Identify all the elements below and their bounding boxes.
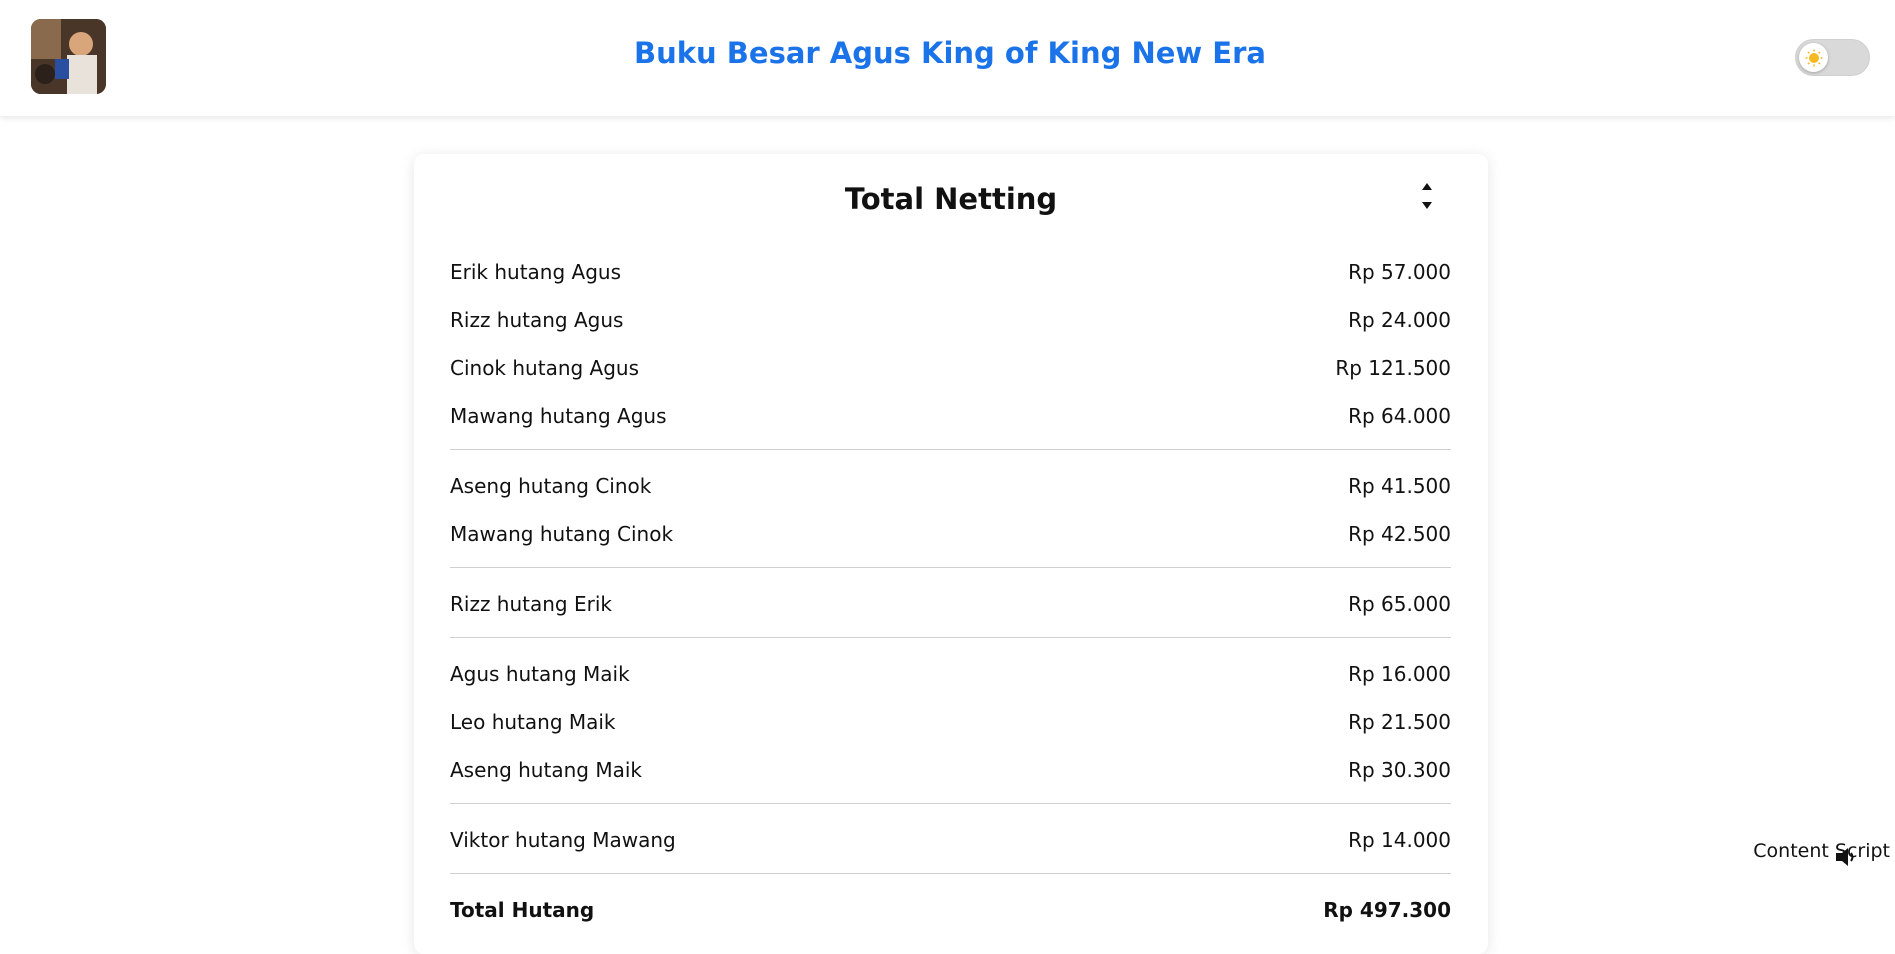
- theme-toggle[interactable]: [1795, 39, 1870, 76]
- debt-amount: Rp 24.000: [1348, 308, 1451, 332]
- group-divider: [450, 637, 1451, 638]
- netting-list: Erik hutang Agus Rp 57.000 Rizz hutang A…: [450, 248, 1451, 934]
- debt-amount: Rp 21.500: [1348, 710, 1451, 734]
- debt-amount: Rp 121.500: [1335, 356, 1451, 380]
- total-label: Total Hutang: [450, 898, 595, 922]
- content-script-label: Content Script: [1753, 840, 1890, 862]
- debt-amount: Rp 57.000: [1348, 260, 1451, 284]
- group-divider: [450, 567, 1451, 568]
- list-item: Agus hutang Maik Rp 16.000: [450, 650, 1451, 698]
- debt-label: Aseng hutang Cinok: [450, 474, 652, 498]
- total-amount: Rp 497.300: [1323, 898, 1451, 922]
- toggle-knob: [1799, 43, 1828, 72]
- debt-amount: Rp 42.500: [1348, 522, 1451, 546]
- list-item: Rizz hutang Agus Rp 24.000: [450, 296, 1451, 344]
- debt-label: Rizz hutang Erik: [450, 592, 612, 616]
- list-item: Aseng hutang Cinok Rp 41.500: [450, 462, 1451, 510]
- list-item: Rizz hutang Erik Rp 65.000: [450, 580, 1451, 628]
- list-item: Cinok hutang Agus Rp 121.500: [450, 344, 1451, 392]
- app-title: Buku Besar Agus King of King New Era: [634, 36, 1266, 70]
- list-item: Mawang hutang Cinok Rp 42.500: [450, 510, 1451, 558]
- debt-amount: Rp 30.300: [1348, 758, 1451, 782]
- list-item: Viktor hutang Mawang Rp 14.000: [450, 816, 1451, 864]
- top-header: Buku Besar Agus King of King New Era: [0, 0, 1895, 116]
- debt-label: Mawang hutang Agus: [450, 404, 667, 428]
- debt-amount: Rp 65.000: [1348, 592, 1451, 616]
- group-divider: [450, 449, 1451, 450]
- sort-updown-icon[interactable]: [1416, 181, 1438, 211]
- debt-label: Rizz hutang Agus: [450, 308, 624, 332]
- card-title: Total Netting: [844, 182, 1058, 216]
- debt-amount: Rp 14.000: [1348, 828, 1451, 852]
- debt-label: Mawang hutang Cinok: [450, 522, 674, 546]
- sun-icon: [1805, 49, 1822, 66]
- group-divider: [450, 803, 1451, 804]
- total-row: Total Hutang Rp 497.300: [450, 886, 1451, 934]
- debt-label: Erik hutang Agus: [450, 260, 622, 284]
- debt-label: Viktor hutang Mawang: [450, 828, 676, 852]
- list-item: Erik hutang Agus Rp 57.000: [450, 248, 1451, 296]
- group-divider: [450, 873, 1451, 874]
- debt-label: Cinok hutang Agus: [450, 356, 640, 380]
- list-item: Leo hutang Maik Rp 21.500: [450, 698, 1451, 746]
- debt-amount: Rp 41.500: [1348, 474, 1451, 498]
- debt-label: Leo hutang Maik: [450, 710, 616, 734]
- list-item: Mawang hutang Agus Rp 64.000: [450, 392, 1451, 440]
- debt-amount: Rp 16.000: [1348, 662, 1451, 686]
- list-item: Aseng hutang Maik Rp 30.300: [450, 746, 1451, 794]
- debt-label: Agus hutang Maik: [450, 662, 630, 686]
- debt-label: Aseng hutang Maik: [450, 758, 642, 782]
- speaker-icon[interactable]: [1834, 846, 1858, 868]
- debt-amount: Rp 64.000: [1348, 404, 1451, 428]
